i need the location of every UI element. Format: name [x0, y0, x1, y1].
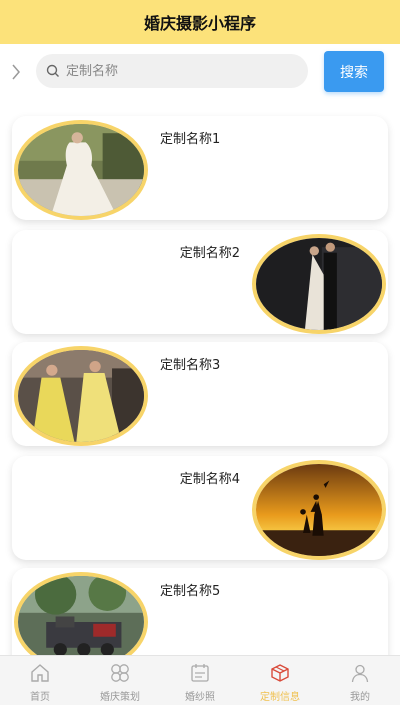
search-input[interactable]	[66, 63, 286, 79]
card-photo	[14, 572, 148, 655]
card-photo	[14, 346, 148, 446]
box-icon	[271, 664, 289, 682]
tab-label: 我的	[350, 692, 370, 703]
search-button[interactable]: 搜索	[324, 51, 384, 92]
app-header: 婚庆摄影小程序	[0, 0, 400, 44]
search-field[interactable]	[36, 54, 308, 88]
home-icon	[31, 664, 49, 682]
user-icon	[351, 664, 369, 683]
search-icon	[46, 64, 59, 77]
list-item[interactable]: 定制名称4	[12, 456, 388, 560]
tab-bar: 首页 婚庆策划 婚纱照 定制信息 我的	[0, 655, 400, 705]
tab-label: 婚庆策划	[100, 692, 140, 703]
list-item[interactable]: 定制名称5	[12, 568, 388, 655]
card-title: 定制名称2	[179, 246, 240, 261]
card-photo	[252, 234, 386, 334]
tab-wedding-photos[interactable]: 婚纱照	[160, 656, 240, 705]
clover-icon	[111, 664, 129, 682]
page-title: 婚庆摄影小程序	[143, 14, 256, 33]
card-title: 定制名称4	[179, 472, 240, 487]
card-title: 定制名称1	[160, 132, 221, 147]
list-item[interactable]: 定制名称1	[12, 116, 388, 220]
tab-custom-info[interactable]: 定制信息	[240, 656, 320, 705]
tab-label: 定制信息	[260, 692, 300, 703]
tab-label: 婚纱照	[185, 692, 215, 703]
search-bar: 搜索	[0, 44, 400, 100]
card-photo	[14, 120, 148, 220]
tab-label: 首页	[30, 692, 50, 703]
custom-list[interactable]: 定制名称1 定制名称2 定制名称3 定制名称4 定制名称5	[0, 100, 400, 655]
list-item[interactable]: 定制名称2	[12, 230, 388, 334]
card-title: 定制名称5	[160, 584, 221, 599]
card-photo	[252, 460, 386, 560]
calendar-icon	[191, 664, 209, 682]
tab-profile[interactable]: 我的	[320, 656, 400, 705]
tab-home[interactable]: 首页	[0, 656, 80, 705]
chevron-right-icon[interactable]	[10, 62, 22, 82]
list-item[interactable]: 定制名称3	[12, 342, 388, 446]
card-title: 定制名称3	[160, 358, 221, 373]
tab-wedding-planning[interactable]: 婚庆策划	[80, 656, 160, 705]
